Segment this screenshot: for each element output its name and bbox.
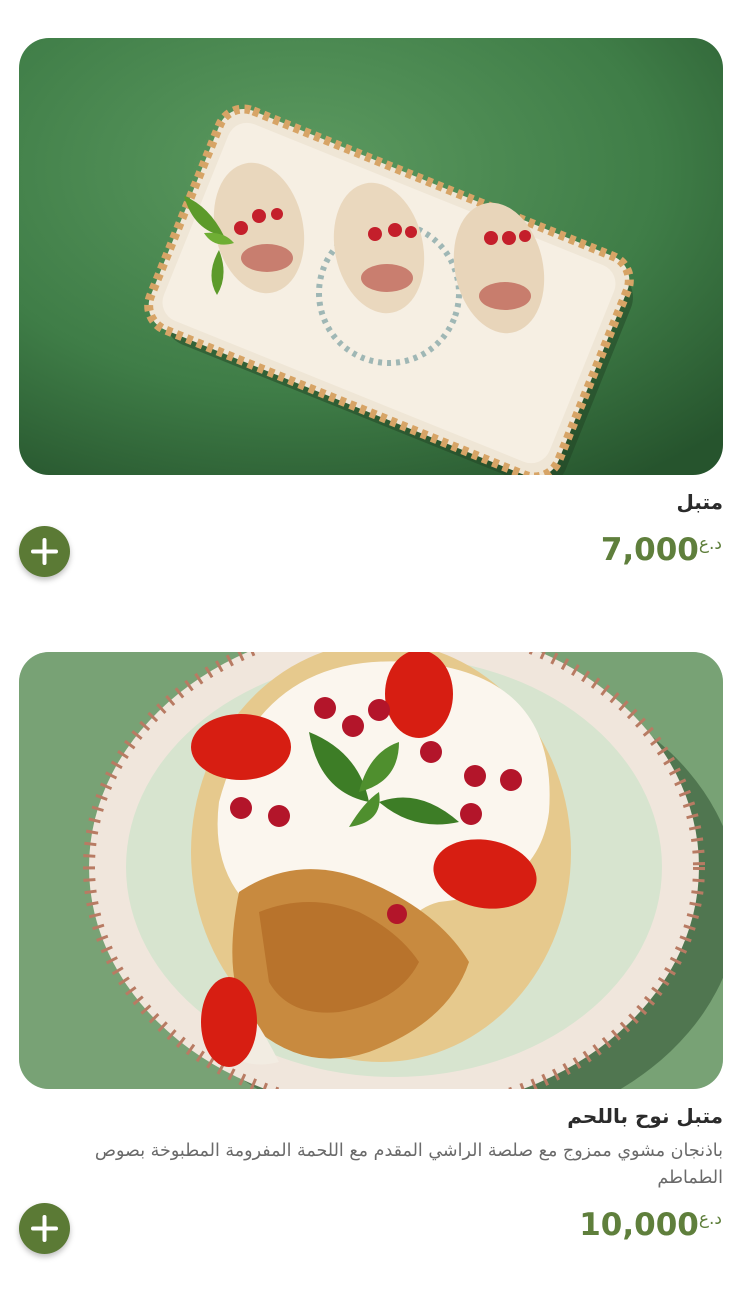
add-to-cart-button[interactable] [19,1203,70,1254]
food-photo-mutabbal-meat-icon [19,652,723,1089]
price-amount: 7,000 [600,532,699,568]
item-title: متبل نوح باللحم [567,1104,723,1128]
item-price: د.ع10,000 [579,1207,723,1243]
item-price: د.ع7,000 [601,532,723,568]
plus-icon [31,538,58,565]
plus-icon [31,1215,58,1242]
item-description: باذنجان مشوي ممزوج مع صلصة الراشي المقدم… [94,1141,723,1188]
add-to-cart-button[interactable] [19,526,70,577]
menu-item-card[interactable]: متبل نوح باللحم باذنجان مشوي ممزوج مع صل… [19,652,723,1254]
item-title: متبل [676,490,723,514]
currency-label: د.ع [698,534,722,554]
food-photo-mutabbal-icon [19,38,723,475]
food-photo[interactable] [19,652,723,1089]
menu-item-card[interactable]: متبل د.ع7,000 [19,38,723,577]
price-amount: 10,000 [579,1207,699,1243]
currency-label: د.ع [698,1209,722,1229]
food-photo[interactable] [19,38,723,475]
